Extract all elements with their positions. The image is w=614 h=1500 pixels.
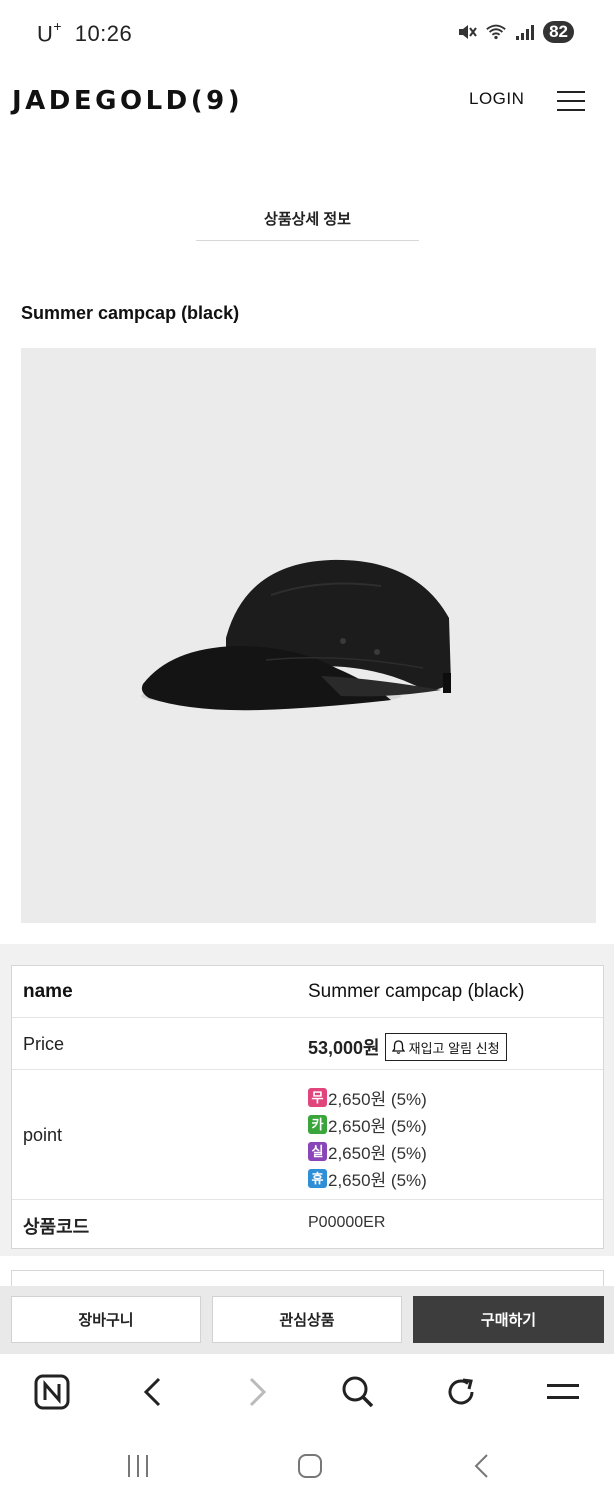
naver-home-icon[interactable] [32, 1372, 72, 1412]
info-row-price: Price 53,000원 재입고 알림 신청 [12, 1018, 603, 1070]
point-badge: 카 [308, 1115, 327, 1134]
point-item: 실 2,650원 (5%) [308, 1138, 427, 1165]
info-row-code: 상품코드 P00000ER [12, 1200, 603, 1248]
point-badge: 휴 [308, 1169, 327, 1188]
hamburger-menu-icon[interactable] [557, 91, 585, 111]
home-icon[interactable] [290, 1450, 330, 1482]
search-icon[interactable] [338, 1372, 378, 1412]
point-text: 2,650원 (5%) [328, 1090, 427, 1109]
price-label: Price [23, 1034, 65, 1054]
point-item: 휴 2,650원 (5%) [308, 1165, 427, 1192]
refresh-icon[interactable] [441, 1372, 481, 1412]
back-icon[interactable] [133, 1372, 173, 1412]
clock: 10:26 [74, 21, 133, 47]
signal-icon [514, 21, 536, 43]
tab-product-detail[interactable]: 상품상세 정보 [196, 208, 419, 241]
wishlist-button[interactable]: 관심상품 [212, 1296, 402, 1343]
info-row-point: point 무 2,650원 (5%) 카 2,650원 (5%) 실 2,65… [12, 1070, 603, 1200]
purchase-action-bar: 장바구니 관심상품 구매하기 [0, 1286, 614, 1354]
code-value: P00000ER [308, 1214, 386, 1231]
system-navigation [0, 1430, 614, 1500]
buy-now-button[interactable]: 구매하기 [413, 1296, 604, 1343]
add-to-cart-button[interactable]: 장바구니 [11, 1296, 201, 1343]
forward-icon[interactable] [237, 1372, 277, 1412]
info-row-name: name Summer campcap (black) [12, 966, 603, 1018]
product-title: Summer campcap (black) [21, 303, 240, 323]
wifi-icon [485, 21, 507, 43]
name-value: Summer campcap (black) [308, 981, 525, 1002]
site-header: JADEGOLD(9) LOGIN [0, 66, 614, 136]
code-label: 상품코드 [23, 1217, 90, 1237]
point-item: 무 2,650원 (5%) [308, 1084, 427, 1111]
point-text: 2,650원 (5%) [328, 1171, 427, 1190]
cap-illustration [141, 559, 451, 711]
back-icon[interactable] [462, 1450, 502, 1482]
browser-toolbar [0, 1354, 614, 1430]
battery-level: 82 [543, 21, 574, 43]
status-carrier-time: U+ 10:26 [37, 18, 133, 47]
login-link[interactable]: LOGIN [469, 89, 524, 109]
recent-apps-icon[interactable] [118, 1450, 158, 1482]
price-value-group: 53,000원 재입고 알림 신청 [308, 1033, 507, 1061]
product-image[interactable] [21, 348, 596, 923]
status-bar: U+ 10:26 82 [0, 0, 614, 66]
point-item: 카 2,650원 (5%) [308, 1111, 427, 1138]
point-list: 무 2,650원 (5%) 카 2,650원 (5%) 실 2,650원 (5%… [308, 1084, 427, 1192]
restock-alert-label: 재입고 알림 신청 [408, 1040, 500, 1056]
point-text: 2,650원 (5%) [328, 1144, 427, 1163]
product-info-table: name Summer campcap (black) Price 53,000… [11, 965, 604, 1249]
menu-icon[interactable] [543, 1372, 583, 1412]
restock-alert-button[interactable]: 재입고 알림 신청 [384, 1033, 507, 1061]
point-text: 2,650원 (5%) [328, 1117, 427, 1136]
carrier-name: U [37, 21, 54, 47]
name-label: name [23, 981, 73, 1002]
site-logo[interactable]: JADEGOLD(9) [12, 86, 243, 116]
mute-icon [456, 21, 478, 43]
carrier-sup: + [53, 18, 63, 34]
price-value: 53,000원 [308, 1038, 380, 1058]
bell-icon [391, 1040, 405, 1054]
tab-product-detail-label: 상품상세 정보 [264, 211, 351, 228]
point-label: point [23, 1125, 63, 1145]
point-badge: 무 [308, 1088, 327, 1107]
status-icons: 82 [456, 21, 574, 43]
point-badge: 실 [308, 1142, 327, 1161]
